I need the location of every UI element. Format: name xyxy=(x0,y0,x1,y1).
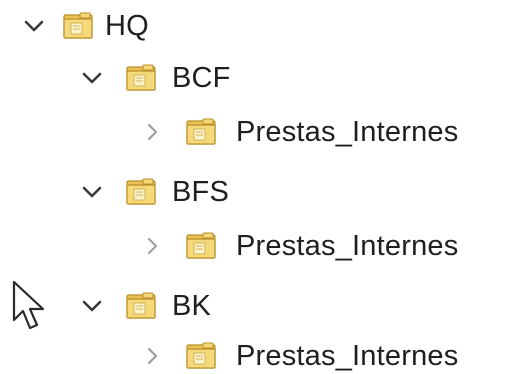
tree-item-bcf[interactable]: BCF xyxy=(0,52,509,106)
folder-icon xyxy=(63,12,93,39)
folder-icon xyxy=(126,292,156,319)
folder-tree: HQ BCF Prestas_Internes BFS Prestas_Inte… xyxy=(0,0,509,374)
folder-icon xyxy=(186,342,216,369)
tree-item-bk[interactable]: BK xyxy=(0,280,509,334)
tree-item-label: BFS xyxy=(172,176,229,208)
tree-item-label: HQ xyxy=(105,10,149,42)
chevron-down-icon[interactable] xyxy=(80,180,104,204)
tree-item-label: Prestas_Internes xyxy=(236,340,459,372)
folder-icon xyxy=(186,118,216,145)
tree-item-label: Prestas_Internes xyxy=(236,116,459,148)
chevron-down-icon[interactable] xyxy=(80,294,104,318)
tree-item-bfs[interactable]: BFS xyxy=(0,166,509,220)
tree-item-prestas-internes[interactable]: Prestas_Internes xyxy=(0,220,509,274)
tree-item-label: Prestas_Internes xyxy=(236,230,459,262)
tree-item-hq[interactable]: HQ xyxy=(0,0,509,54)
tree-item-prestas-internes[interactable]: Prestas_Internes xyxy=(0,106,509,160)
chevron-down-icon[interactable] xyxy=(80,66,104,90)
tree-item-label: BK xyxy=(172,290,212,322)
folder-icon xyxy=(126,64,156,91)
chevron-right-icon[interactable] xyxy=(140,234,164,258)
folder-icon xyxy=(186,232,216,259)
mouse-pointer-icon xyxy=(12,280,45,330)
folder-icon xyxy=(126,178,156,205)
chevron-right-icon[interactable] xyxy=(140,120,164,144)
tree-item-prestas-internes[interactable]: Prestas_Internes xyxy=(0,330,509,374)
chevron-right-icon[interactable] xyxy=(140,344,164,368)
tree-item-label: BCF xyxy=(172,62,231,94)
chevron-down-icon[interactable] xyxy=(22,14,46,38)
